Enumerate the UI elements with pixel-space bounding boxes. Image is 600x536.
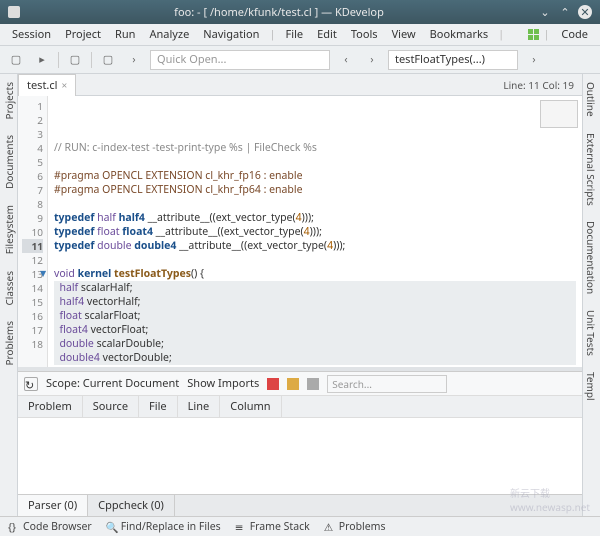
code-line[interactable]	[54, 253, 576, 267]
show-imports[interactable]: Show Imports	[187, 376, 259, 391]
editor-tabbar: test.cl × Line: 11 Col: 19	[18, 74, 582, 96]
problems-panel: ↻ Scope: Current Document Show Imports S…	[18, 371, 582, 516]
menu-edit[interactable]: Edit	[311, 25, 343, 44]
ptab[interactable]: Parser (0)	[18, 495, 88, 516]
right-tab-documentation[interactable]: Documentation	[583, 213, 600, 302]
menu-run[interactable]: Run	[109, 25, 141, 44]
statusbar: {}Code Browser 🔍Find/Replace in Files ≡Fra…	[0, 516, 600, 536]
menubar: Session Project Run Analyze Navigation |…	[0, 24, 600, 46]
close-button[interactable]: ✕	[578, 5, 592, 19]
left-tab-classes[interactable]: Classes	[0, 263, 17, 314]
left-tab-filesystem[interactable]: Filesystem	[0, 197, 17, 262]
problems-search[interactable]: Search...	[327, 375, 447, 393]
problems-tabs: Parser (0)Cppcheck (0)	[18, 494, 582, 516]
left-tab-documents[interactable]: Documents	[0, 127, 17, 197]
left-tab-projects[interactable]: Projects	[0, 74, 17, 127]
nav-back-icon[interactable]: ‹	[336, 50, 356, 70]
status-find-replace-in-files[interactable]: 🔍Find/Replace in Files	[106, 520, 221, 534]
maximize-button[interactable]: ⌃	[558, 5, 572, 19]
symbol-field[interactable]: testFloatTypes(...)	[388, 50, 518, 70]
save-icon[interactable]: ▢	[65, 50, 85, 70]
right-tab-external-scripts[interactable]: External Scripts	[583, 125, 600, 214]
minimap[interactable]	[540, 100, 578, 128]
menu-navigation[interactable]: Navigation	[197, 25, 265, 44]
menu-view[interactable]: View	[386, 25, 422, 44]
code-line[interactable]: #pragma OPENCL EXTENSION cl_khr_fp16 : e…	[54, 169, 576, 183]
titlebar: foo: - [ /home/kfunk/test.cl ] — KDevelo…	[0, 0, 600, 24]
ptab[interactable]: Cppcheck (0)	[88, 495, 175, 516]
code-line[interactable]: float scalarFloat;	[54, 309, 576, 323]
status-problems[interactable]: ⚠Problems	[324, 520, 386, 534]
code-line[interactable]: double scalarDouble;	[54, 337, 576, 351]
new-icon[interactable]: ▢	[6, 50, 26, 70]
stop-icon[interactable]: ›	[524, 50, 544, 70]
toolbar: ▢ ▸ ▢ ▢ › Quick Open... ‹ › testFloatTyp…	[0, 46, 600, 74]
menu-file[interactable]: File	[280, 25, 310, 44]
code-line[interactable]: typedef double double4 __attribute__((ex…	[54, 239, 576, 253]
scope-label[interactable]: Scope: Current Document	[46, 376, 179, 391]
editor-tab[interactable]: test.cl ×	[18, 74, 76, 96]
menu-code[interactable]: Code	[555, 25, 594, 44]
code-line[interactable]: }	[54, 365, 576, 367]
quick-open-input[interactable]: Quick Open...	[150, 50, 330, 70]
menu-session[interactable]: Session	[6, 25, 57, 44]
refresh-icon[interactable]: ↻	[24, 377, 38, 391]
problems-body	[18, 418, 582, 494]
col-file[interactable]: File	[139, 396, 178, 417]
code-line[interactable]: #pragma OPENCL EXTENSION cl_khr_fp64 : e…	[54, 183, 576, 197]
code-line[interactable]: half scalarHalf;	[54, 281, 576, 295]
menu-bookmarks[interactable]: Bookmarks	[424, 25, 494, 44]
code-line[interactable]: typedef half half4 __attribute__((ext_ve…	[54, 211, 576, 225]
filter-warn-icon[interactable]	[287, 378, 299, 390]
close-tab-icon[interactable]: ×	[61, 78, 67, 92]
code-line[interactable]: ▼void kernel testFloatTypes() {	[54, 267, 576, 281]
menu-tools[interactable]: Tools	[345, 25, 384, 44]
code-line[interactable]	[54, 155, 576, 169]
col-line[interactable]: Line	[178, 396, 221, 417]
left-tab-problems[interactable]: Problems	[0, 313, 17, 374]
menu-analyze[interactable]: Analyze	[143, 25, 195, 44]
status-code-browser[interactable]: {}Code Browser	[8, 520, 92, 534]
window-title: foo: - [ /home/kfunk/test.cl ] — KDevelo…	[26, 5, 532, 20]
app-icon	[8, 6, 20, 18]
problems-headers: ProblemSourceFileLineColumn	[18, 396, 582, 418]
right-tab-outline[interactable]: Outline	[583, 74, 600, 125]
watermark: 新云下载www.newasp.net	[510, 485, 590, 514]
tab-label: test.cl	[27, 78, 57, 93]
status-frame-stack[interactable]: ≡Frame Stack	[235, 520, 310, 534]
menu-project[interactable]: Project	[59, 25, 107, 44]
code-line[interactable]: float4 vectorFloat;	[54, 323, 576, 337]
cursor-position: Line: 11 Col: 19	[495, 78, 582, 92]
editor-area[interactable]: 123456789101112131415161718 // RUN: c-in…	[18, 96, 582, 367]
right-sidebar: OutlineExternal ScriptsDocumentationUnit…	[582, 74, 600, 516]
nav-fwd-icon[interactable]: ›	[362, 50, 382, 70]
col-column[interactable]: Column	[220, 396, 281, 417]
right-tab-unit-tests[interactable]: Unit Tests	[583, 302, 600, 364]
col-problem[interactable]: Problem	[18, 396, 83, 417]
code-line[interactable]	[54, 197, 576, 211]
right-tab-templ[interactable]: Templ	[583, 364, 600, 409]
code-line[interactable]: double4 vectorDouble;	[54, 351, 576, 365]
run-icon[interactable]: ▢	[98, 50, 118, 70]
code-line[interactable]: typedef float float4 __attribute__((ext_…	[54, 225, 576, 239]
filter-info-icon[interactable]	[307, 378, 319, 390]
minimize-button[interactable]: ⌄	[538, 5, 552, 19]
code-line[interactable]: half4 vectorHalf;	[54, 295, 576, 309]
next-icon[interactable]: ›	[124, 50, 144, 70]
code-editor[interactable]: // RUN: c-index-test -test-print-type %s…	[48, 96, 582, 367]
left-sidebar: ProjectsDocumentsFilesystemClassesProble…	[0, 74, 18, 516]
open-icon[interactable]: ▸	[32, 50, 52, 70]
code-line[interactable]: // RUN: c-index-test -test-print-type %s…	[54, 141, 576, 155]
line-gutter: 123456789101112131415161718	[18, 96, 48, 367]
col-source[interactable]: Source	[83, 396, 139, 417]
window-grid-icon[interactable]	[528, 29, 539, 40]
filter-error-icon[interactable]	[267, 378, 279, 390]
